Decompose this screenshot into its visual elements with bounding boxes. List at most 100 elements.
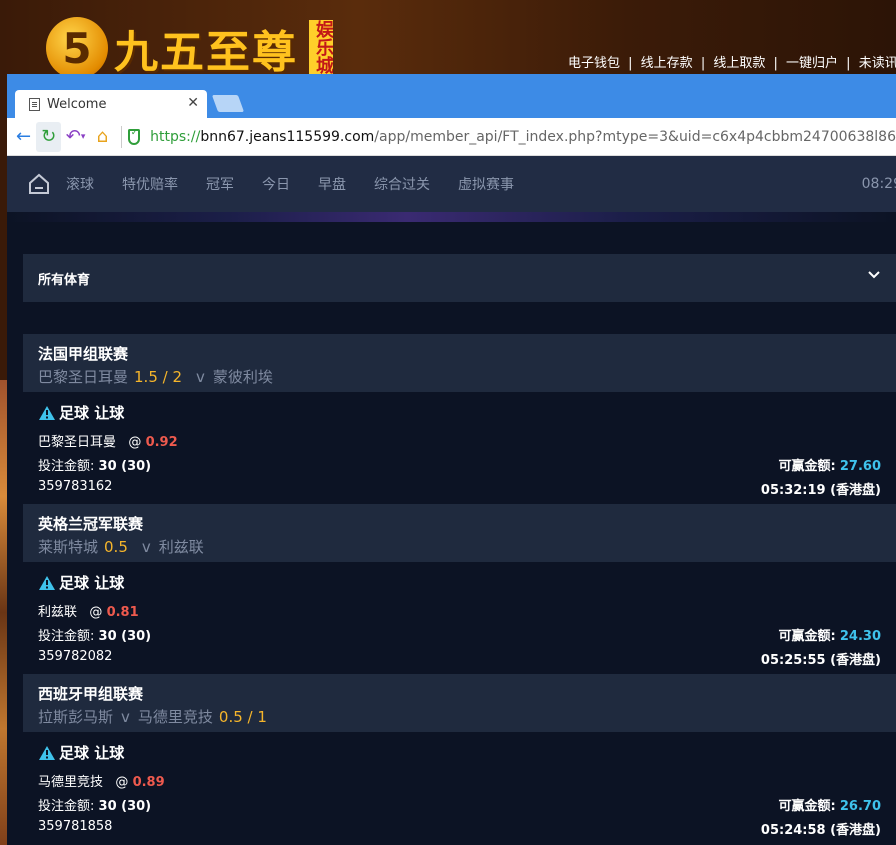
link-withdraw[interactable]: 线上取款	[713, 56, 765, 71]
handicap: 0.5 / 1	[218, 708, 267, 726]
win-value: 24.30	[839, 629, 881, 644]
stake-label: 投注金额:	[38, 799, 95, 814]
win-value: 26.70	[839, 799, 881, 814]
league-header: 英格兰冠军联赛 莱斯特城 0.5 v 利兹联	[23, 504, 896, 562]
selection-row: 利兹联 @ 0.81	[38, 601, 881, 620]
tab-strip: Welcome ✕	[7, 74, 896, 118]
odds: 0.89	[132, 775, 165, 790]
id-row: 359782082 05:25:55 (香港盘)	[38, 649, 881, 668]
stake-row: 投注金额: 30 (30) 可赢金额: 26.70	[38, 795, 881, 814]
site-nav: 滚球 特优赔率 冠军 今日 早盘 综合过关 虚拟赛事 08:29	[7, 156, 896, 212]
sport-filter-label: 所有体育	[38, 272, 91, 288]
nav-today[interactable]: 今日	[262, 174, 290, 194]
warning-icon	[39, 745, 55, 760]
new-tab-button[interactable]	[211, 95, 245, 112]
nav-special-odds[interactable]: 特优赔率	[122, 174, 178, 194]
win-amount: 可赢金额: 26.70	[779, 795, 881, 814]
bet-ticket: 足球 让球 利兹联 @ 0.81 投注金额: 30 (30) 可赢金额: 24.…	[23, 562, 896, 674]
selection: 巴黎圣日耳曼	[38, 435, 117, 450]
link-merge[interactable]: 一键归户	[786, 56, 838, 71]
stake-value: 30 (30)	[98, 459, 152, 474]
at-sign: @	[128, 435, 142, 450]
nav-live[interactable]: 滚球	[66, 174, 94, 194]
url-path: /app/member_api/FT_index.php?mtype=3&uid…	[374, 128, 896, 145]
sport-filter-dropdown[interactable]: 所有体育	[23, 254, 896, 302]
away-team: 利兹联	[158, 538, 204, 556]
ticket-id: 359781858	[38, 819, 113, 834]
url-scheme: https://	[150, 128, 201, 145]
logo-tag: 娱乐城	[309, 20, 333, 74]
logo-text: 九五至尊	[114, 27, 298, 78]
selection-row: 马德里竞技 @ 0.89	[38, 771, 881, 790]
home-icon[interactable]: ⌂	[90, 122, 115, 152]
banner-strip	[7, 212, 896, 222]
link-deposit[interactable]: 线上存款	[641, 56, 693, 71]
stake-value: 30 (30)	[98, 799, 152, 814]
stake-label: 投注金额:	[38, 459, 95, 474]
league-name: 法国甲组联赛	[38, 345, 129, 363]
logo-emblem: 5	[46, 17, 108, 79]
house-icon[interactable]	[28, 173, 50, 195]
warning-icon	[39, 405, 55, 420]
selection: 利兹联	[38, 605, 78, 620]
browser-window: Welcome ✕ ← ↻ ↶▾ ⌂ https://bnn67.jeans11…	[7, 74, 896, 845]
match-line: 巴黎圣日耳曼 1.5 / 2 v 蒙彼利埃	[38, 366, 882, 387]
back-arrow-icon[interactable]: ←	[11, 122, 36, 152]
handicap: 1.5 / 2	[134, 368, 183, 386]
bet-type-label: 足球 让球	[59, 574, 125, 592]
undo-dropdown-icon[interactable]: ↶ ▾	[61, 122, 90, 152]
site-logo[interactable]: 5 九五至尊	[46, 16, 298, 80]
home-team: 拉斯彭马斯	[38, 708, 114, 726]
chevron-down-icon	[868, 271, 880, 279]
away-team: 蒙彼利埃	[212, 368, 273, 386]
versus: v	[141, 538, 151, 556]
tab-welcome[interactable]: Welcome ✕	[15, 90, 207, 118]
league-header: 法国甲组联赛 巴黎圣日耳曼 1.5 / 2 v 蒙彼利埃	[23, 334, 896, 392]
bet-type-label: 足球 让球	[59, 744, 125, 762]
bet-time: 05:32:19 (香港盘)	[760, 483, 881, 498]
win-amount: 可赢金额: 27.60	[779, 455, 881, 474]
home-team: 莱斯特城	[38, 538, 99, 556]
nav-parlay[interactable]: 综合过关	[374, 174, 430, 194]
stake-row: 投注金额: 30 (30) 可赢金额: 24.30	[38, 625, 881, 644]
odds: 0.81	[106, 605, 139, 620]
versus: v	[121, 708, 130, 726]
versus: v	[196, 368, 205, 386]
win-value: 27.60	[839, 459, 881, 474]
match-line: 拉斯彭马斯 v 马德里竞技 0.5 / 1	[38, 706, 882, 727]
id-row: 359781858 05:24:58 (香港盘)	[38, 819, 881, 838]
warning-icon	[39, 575, 55, 590]
divider	[120, 125, 122, 148]
bet-ticket: 足球 让球 巴黎圣日耳曼 @ 0.92 投注金额: 30 (30) 可赢金额: …	[23, 392, 896, 504]
url-field[interactable]: https://bnn67.jeans115599.com/app/member…	[150, 129, 896, 145]
at-sign: @	[115, 775, 129, 790]
main-content: 所有体育 法国甲组联赛 巴黎圣日耳曼 1.5 / 2 v 蒙彼利埃 足球 让球 巴黎圣…	[7, 222, 896, 844]
url-host: bnn67.jeans115599.com	[200, 128, 375, 145]
security-shield-icon[interactable]	[127, 128, 141, 145]
close-icon[interactable]: ✕	[187, 95, 199, 111]
nav-early[interactable]: 早盘	[318, 174, 346, 194]
league-name: 西班牙甲组联赛	[38, 685, 144, 703]
id-row: 359783162 05:32:19 (香港盘)	[38, 479, 881, 498]
ticket-id: 359783162	[38, 479, 113, 494]
bet-type-label: 足球 让球	[59, 404, 125, 422]
bet-type: 足球 让球	[38, 402, 881, 423]
bet-time: 05:25:55 (香港盘)	[760, 653, 881, 668]
link-messages[interactable]: 未读讯息	[859, 56, 896, 71]
refresh-icon[interactable]: ↻	[36, 121, 62, 152]
home-team: 巴黎圣日耳曼	[38, 368, 129, 386]
tab-title: Welcome	[47, 96, 107, 112]
handicap: 0.5	[104, 538, 128, 556]
bet-ticket: 足球 让球 马德里竞技 @ 0.89 投注金额: 30 (30) 可赢金额: 2…	[23, 732, 896, 844]
nav-champion[interactable]: 冠军	[206, 174, 234, 194]
link-wallet[interactable]: 电子钱包	[568, 56, 620, 71]
ticket-id: 359782082	[38, 649, 113, 664]
bet-type: 足球 让球	[38, 572, 881, 593]
win-label: 可赢金额:	[778, 459, 836, 474]
selection: 马德里竞技	[38, 775, 104, 790]
nav-virtual[interactable]: 虚拟赛事	[458, 174, 514, 194]
stake-value: 30 (30)	[98, 629, 152, 644]
page-icon	[29, 97, 40, 111]
stake-label: 投注金额:	[38, 629, 95, 644]
bet-type: 足球 让球	[38, 742, 881, 763]
